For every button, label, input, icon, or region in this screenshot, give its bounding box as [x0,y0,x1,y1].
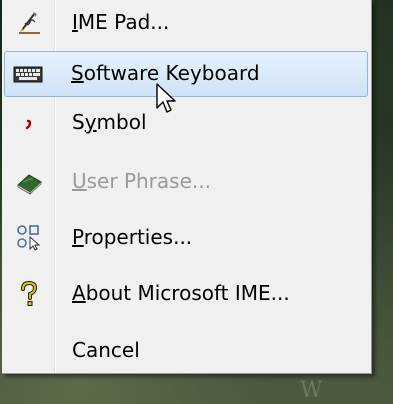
software-keyboard-icon [13,59,43,89]
properties-icon [14,222,44,252]
wallpaper-watermark: W [300,378,324,403]
help-icon [14,279,44,309]
menu-item-user-phrase[interactable]: User Phrase... [4,159,368,205]
mouse-pointer-icon [156,83,176,113]
menu-item-ime-pad[interactable]: IME Pad... [4,0,368,46]
menu-item-symbol[interactable]: Symbol [4,100,368,146]
menu-item-cancel[interactable]: Cancel [4,328,368,374]
ime-pad-icon [14,8,44,38]
menu-item-properties[interactable]: Properties... [4,214,368,260]
menu-item-about-ime[interactable]: About Microsoft IME... [4,271,368,317]
user-phrase-icon [14,167,44,197]
symbol-icon [14,108,44,138]
menu-item-software-keyboard[interactable]: Software Keyboard [4,51,368,97]
ime-context-menu: IME Pad... Software Keyboard Symbol User… [2,0,372,374]
